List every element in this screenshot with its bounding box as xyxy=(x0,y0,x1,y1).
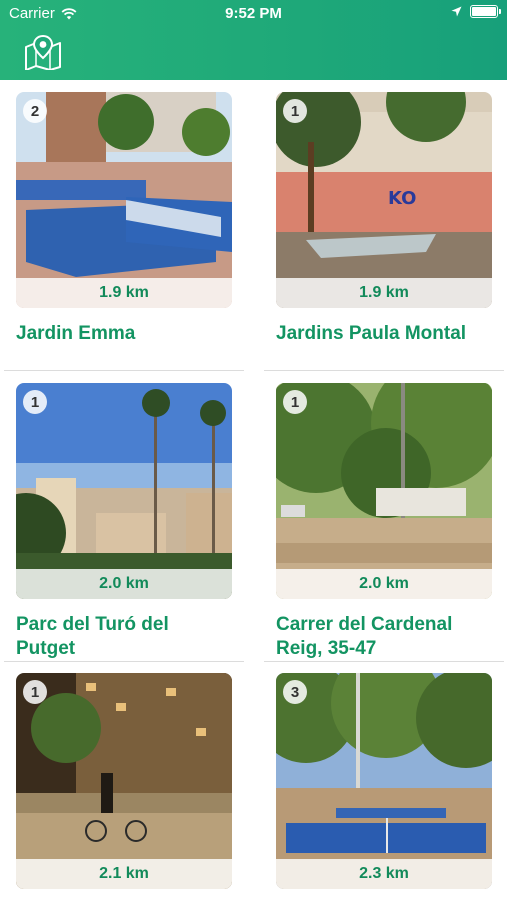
distance-label: 2.0 km xyxy=(16,569,232,599)
navigation-bar: Carrier 9:52 PM xyxy=(0,0,507,80)
status-right xyxy=(451,5,501,18)
place-photo: 2 1.9 km xyxy=(16,92,232,308)
battery-icon xyxy=(470,5,501,18)
map-pin-icon[interactable] xyxy=(24,34,62,70)
image-count-badge: 1 xyxy=(283,390,307,414)
svg-text:KO: KO xyxy=(388,188,416,209)
place-card[interactable]: 2 1.9 km Jardin Emma xyxy=(16,92,232,346)
place-photo: 1 2.0 km xyxy=(16,383,232,599)
image-count-badge: 1 xyxy=(23,390,47,414)
divider xyxy=(264,370,504,371)
place-name: Jardin Emma xyxy=(16,323,136,344)
place-name: Carrer del Cardenal Reig, 35-47 xyxy=(276,614,453,659)
image-count-badge: 1 xyxy=(283,99,307,123)
divider xyxy=(4,661,244,662)
status-time: 9:52 PM xyxy=(225,5,282,22)
place-name: Parc del Turó del Putget xyxy=(16,614,169,659)
distance-label: 2.0 km xyxy=(276,569,492,599)
place-photo: KO 1 1.9 km xyxy=(276,92,492,308)
place-card[interactable]: 1 2.1 km xyxy=(16,673,232,889)
place-name: Jardins Paula Montal xyxy=(276,323,467,344)
place-photo: 1 2.0 km xyxy=(276,383,492,599)
location-arrow-icon xyxy=(451,6,462,17)
place-card[interactable]: 3 2.3 km xyxy=(276,673,492,889)
place-photo: 3 2.3 km xyxy=(276,673,492,889)
distance-label: 1.9 km xyxy=(16,278,232,308)
place-card[interactable]: 1 2.0 km Carrer del Cardenal Reig, 35-47 xyxy=(276,383,492,661)
distance-label: 2.1 km xyxy=(16,859,232,889)
places-grid: 2 1.9 km Jardin Emma KO 1 1.9 km Jardins… xyxy=(0,80,507,900)
place-card[interactable]: KO 1 1.9 km Jardins Paula Montal xyxy=(276,92,492,346)
divider xyxy=(4,370,244,371)
distance-label: 1.9 km xyxy=(276,278,492,308)
place-card[interactable]: 1 2.0 km Parc del Turó del Putget xyxy=(16,383,232,661)
status-bar: Carrier 9:52 PM xyxy=(0,0,507,26)
image-count-badge: 1 xyxy=(23,680,47,704)
image-count-badge: 3 xyxy=(283,680,307,704)
image-count-badge: 2 xyxy=(23,99,47,123)
place-photo: 1 2.1 km xyxy=(16,673,232,889)
divider xyxy=(264,661,504,662)
distance-label: 2.3 km xyxy=(276,859,492,889)
